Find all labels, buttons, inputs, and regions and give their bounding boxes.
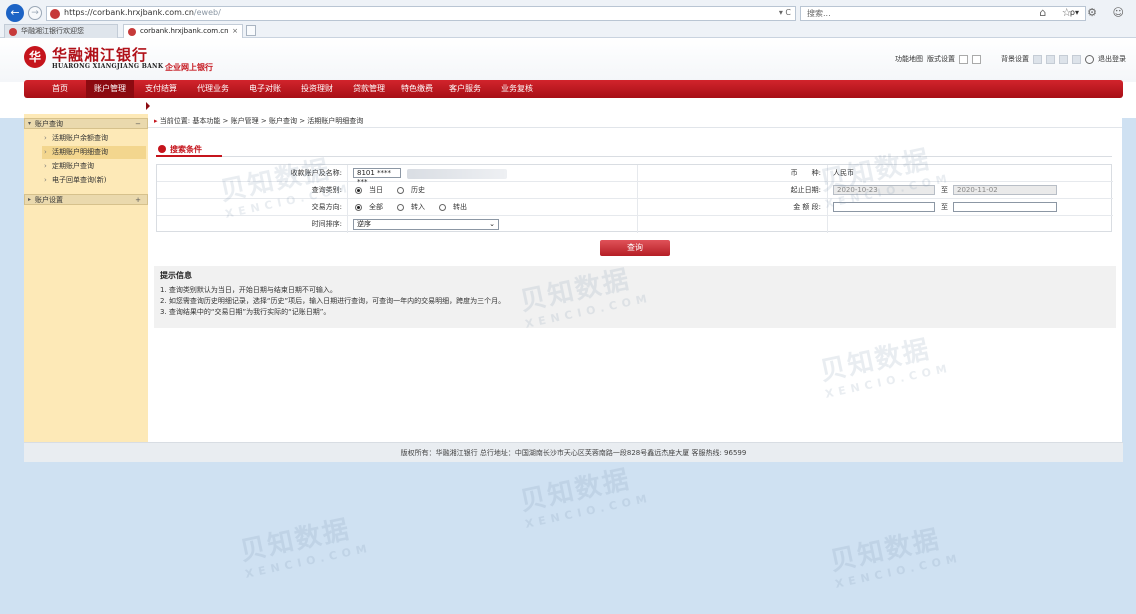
menu-payments-special[interactable]: 特色缴费 — [394, 80, 440, 98]
tab-welcome[interactable]: 华融湘江银行欢迎您 — [4, 24, 118, 38]
radio-all[interactable] — [355, 204, 362, 211]
collapse-icon[interactable]: − — [135, 119, 141, 129]
watermark: 贝知数据 XENCIO.COM — [827, 524, 963, 591]
menu-review[interactable]: 业务复核 — [494, 80, 540, 98]
bank-name-en: HUARONG XIANGJIANG BANK — [52, 63, 164, 70]
chevron-down-icon: ⌄ — [489, 220, 495, 228]
chevron-right-icon: ▸ — [154, 117, 158, 125]
menu-investment[interactable]: 投资理财 — [294, 80, 340, 98]
sidebar-item-current-detail[interactable]: 活期账户明细查询 — [42, 146, 146, 159]
bg-option-4[interactable] — [1072, 54, 1081, 64]
address-bar[interactable]: https://corbank.hrxjbank.com.cn/eweb/ ▾ … — [46, 6, 796, 21]
radio-all-label: 全部 — [369, 203, 383, 211]
watermark: 贝知数据 XENCIO.COM — [517, 464, 653, 531]
radio-in-label: 转入 — [411, 203, 425, 211]
page: 华 华融湘江银行 HUARONG XIANGJIANG BANK 企业网上银行 … — [0, 38, 1136, 614]
browser-icons[interactable]: ⌂ ☆ ⚙ ☺ — [1039, 6, 1130, 19]
amount-max-field[interactable] — [953, 202, 1057, 212]
site-icon — [128, 28, 136, 36]
menu-customer-service[interactable]: 客户服务 — [442, 80, 488, 98]
query-button[interactable]: 查询 — [600, 240, 670, 256]
menu-account-management[interactable]: 账户管理 — [86, 80, 134, 98]
expand-icon[interactable]: + — [135, 195, 141, 205]
menu-payment[interactable]: 支付结算 — [138, 80, 184, 98]
radio-history[interactable] — [397, 187, 404, 194]
amount-range-label: 金 额 段: — [793, 203, 821, 211]
address-url: https://corbank.hrxjbank.com.cn/eweb/ — [64, 8, 221, 17]
site-subtitle: 企业网上银行 — [165, 63, 213, 72]
sidebar-group-account-settings[interactable]: ▸ 账户设置 + — [24, 194, 148, 205]
currency-label: 币 种: — [790, 169, 821, 177]
close-icon[interactable]: × — [232, 25, 238, 38]
function-map-link[interactable]: 功能地图 — [895, 54, 923, 64]
bg-option-1[interactable] — [1033, 54, 1042, 64]
layout-settings-link[interactable]: 版式设置 — [927, 54, 955, 64]
breadcrumb: ▸ 当前位置: 基本功能 > 账户管理 > 账户查询 > 活期账户明细查询 — [148, 114, 1122, 128]
form-row: 时间排序: 逆序 ⌄ — [157, 216, 1113, 233]
menu-e-reconciliation[interactable]: 电子对账 — [242, 80, 288, 98]
radio-out-label: 转出 — [453, 203, 467, 211]
sidebar: ▾ 账户查询 − 活期账户余额查询 活期账户明细查询 定期账户查询 电子回单查询… — [24, 114, 148, 442]
account-select[interactable]: 8101 **** *** — [353, 168, 401, 186]
sidebar-item-fixed-query[interactable]: 定期账户查询 — [42, 160, 146, 173]
new-tab-button[interactable] — [246, 25, 256, 36]
bank-logo-icon: 华 — [24, 46, 46, 68]
site-header: 华 华融湘江银行 HUARONG XIANGJIANG BANK 企业网上银行 … — [0, 38, 1136, 82]
menu-agency[interactable]: 代理业务 — [190, 80, 236, 98]
refresh-icon[interactable]: ▾ C — [779, 8, 791, 17]
back-icon[interactable]: ← — [6, 4, 24, 22]
sort-label: 时间排序: — [311, 220, 342, 228]
watermark: 贝知数据 XENCIO.COM — [237, 514, 373, 581]
site-icon — [9, 28, 17, 36]
power-icon[interactable] — [1085, 54, 1094, 64]
radio-in[interactable] — [397, 204, 404, 211]
bullet-icon — [158, 145, 166, 153]
tip-line: 3. 查询结果中的“交易日期”为我行实际的“记账日期”。 — [160, 308, 331, 316]
site-icon — [50, 9, 60, 19]
bank-name: 华融湘江银行 — [52, 46, 149, 64]
chevron-down-icon: ▾ — [28, 120, 32, 127]
menu-pointer — [146, 102, 150, 110]
layout-option-1[interactable] — [959, 54, 968, 64]
browser-toolbar: ← → https://corbank.hrxjbank.com.cn/eweb… — [0, 0, 1136, 38]
radio-out[interactable] — [439, 204, 446, 211]
logout-link[interactable]: 退出登录 — [1098, 54, 1126, 64]
layout-option-2[interactable] — [972, 54, 981, 64]
tip-line: 1. 查询类别默认为当日，开始日期与结束日期不可输入。 — [160, 286, 337, 294]
section-title: 搜索条件 — [158, 144, 202, 155]
sidebar-item-e-receipt[interactable]: 电子回单查询(新) — [42, 174, 146, 187]
amount-to-label: 至 — [941, 203, 948, 211]
menu-home[interactable]: 首页 — [40, 80, 80, 98]
tips-title: 提示信息 — [160, 271, 192, 280]
account-name-masked — [407, 169, 507, 179]
sidebar-group-account-query[interactable]: ▾ 账户查询 − — [24, 118, 148, 129]
menu-loans[interactable]: 贷款管理 — [346, 80, 392, 98]
tip-line: 2. 如您需查询历史明细记录，选择“历史”项后，输入日期进行查询，可查询一年内的… — [160, 297, 506, 305]
footer: 版权所有：华融湘江银行 总行地址：中国湖南长沙市天心区芙蓉南路一段828号鑫远杰… — [24, 442, 1123, 462]
radio-history-label: 历史 — [411, 186, 425, 194]
tab-corbank[interactable]: corbank.hrxjbank.com.cn × — [123, 24, 243, 38]
end-date-field[interactable]: 2020-11-02 — [953, 185, 1057, 195]
forward-icon[interactable]: → — [28, 6, 42, 20]
sidebar-item-current-balance[interactable]: 活期账户余额查询 — [42, 132, 146, 145]
radio-today[interactable] — [355, 187, 362, 194]
header-links: 功能地图 版式设置 背景设置 退出登录 — [895, 54, 1126, 64]
bg-option-2[interactable] — [1046, 54, 1055, 64]
radio-today-label: 当日 — [369, 186, 383, 194]
bg-option-3[interactable] — [1059, 54, 1068, 64]
sort-select[interactable]: 逆序 ⌄ — [353, 219, 499, 230]
chevron-right-icon: ▸ — [28, 196, 32, 203]
main-menu: 首页 账户管理 支付结算 代理业务 电子对账 投资理财 贷款管理 特色缴费 客户… — [24, 80, 1123, 98]
background-settings-link[interactable]: 背景设置 — [1001, 54, 1029, 64]
date-range-label: 起止日期: — [790, 186, 821, 194]
